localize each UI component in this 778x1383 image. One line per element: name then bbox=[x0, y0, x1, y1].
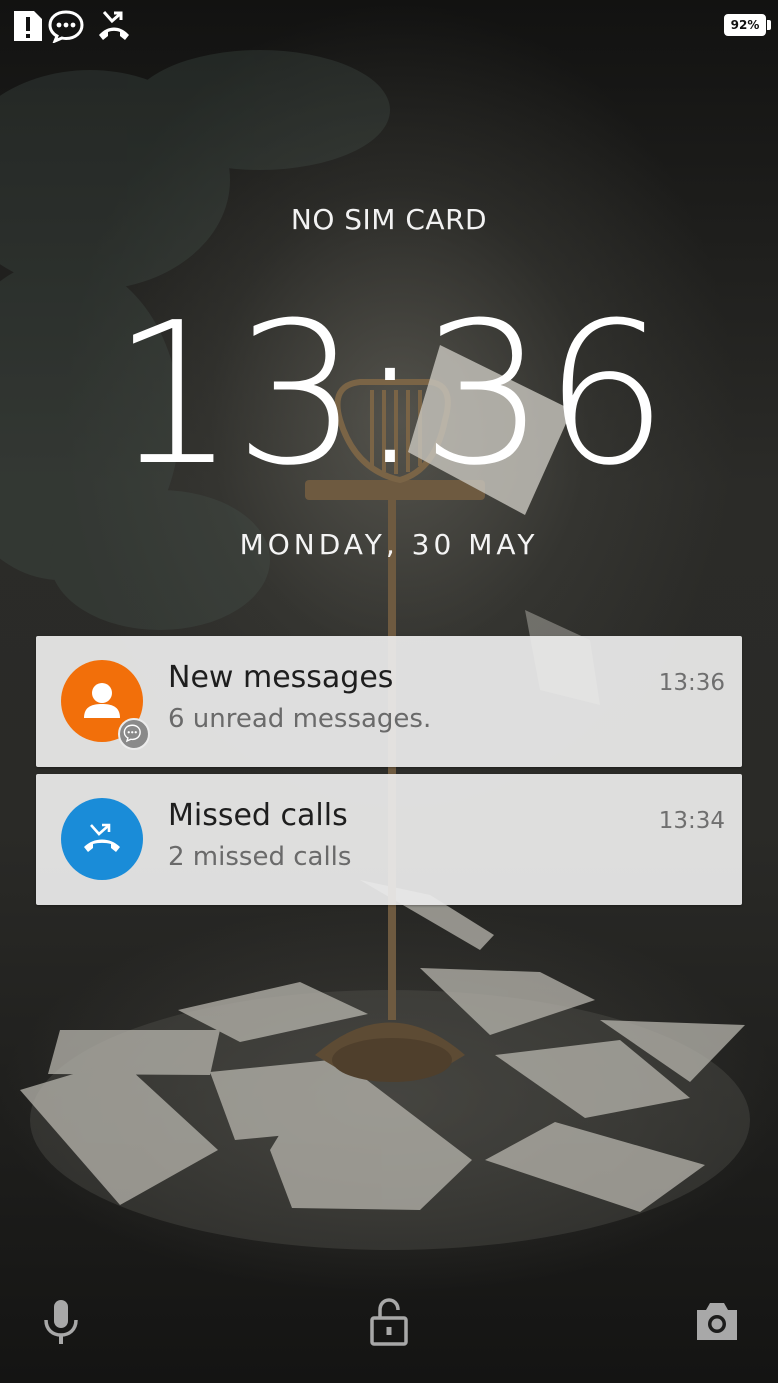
missed-call-icon bbox=[99, 11, 129, 40]
date-label: MONDAY, 30 MAY bbox=[239, 528, 539, 561]
missed-call-icon bbox=[84, 823, 120, 852]
notification-title: Missed calls bbox=[168, 798, 348, 833]
sim-alert-icon bbox=[14, 11, 42, 41]
battery-tip bbox=[767, 20, 771, 30]
clock: 13:36 bbox=[111, 281, 669, 509]
lock-screen: 92% NO SIM CARD 13:36 MONDAY, 30 MAY New… bbox=[0, 0, 778, 1383]
notification-missed-calls[interactable]: Missed calls 2 missed calls 13:34 bbox=[36, 774, 742, 905]
battery-indicator: 92% bbox=[724, 14, 766, 36]
missed-call-avatar bbox=[61, 798, 143, 880]
notification-subtitle: 2 missed calls bbox=[168, 842, 352, 872]
microphone-icon[interactable] bbox=[36, 1296, 86, 1348]
carrier-label: NO SIM CARD bbox=[290, 203, 488, 236]
battery-level: 92% bbox=[730, 18, 760, 32]
notification-time: 13:36 bbox=[658, 670, 725, 696]
notification-title: New messages bbox=[168, 660, 394, 695]
notification-new-messages[interactable]: New messages 6 unread messages. 13:36 bbox=[36, 636, 742, 767]
message-icon bbox=[48, 10, 84, 43]
notification-time: 13:34 bbox=[658, 808, 725, 834]
message-badge-icon bbox=[118, 718, 150, 750]
status-bar: 92% bbox=[0, 0, 778, 52]
unlock-icon[interactable] bbox=[364, 1296, 414, 1348]
camera-icon[interactable] bbox=[692, 1296, 742, 1348]
notification-subtitle: 6 unread messages. bbox=[168, 704, 432, 734]
